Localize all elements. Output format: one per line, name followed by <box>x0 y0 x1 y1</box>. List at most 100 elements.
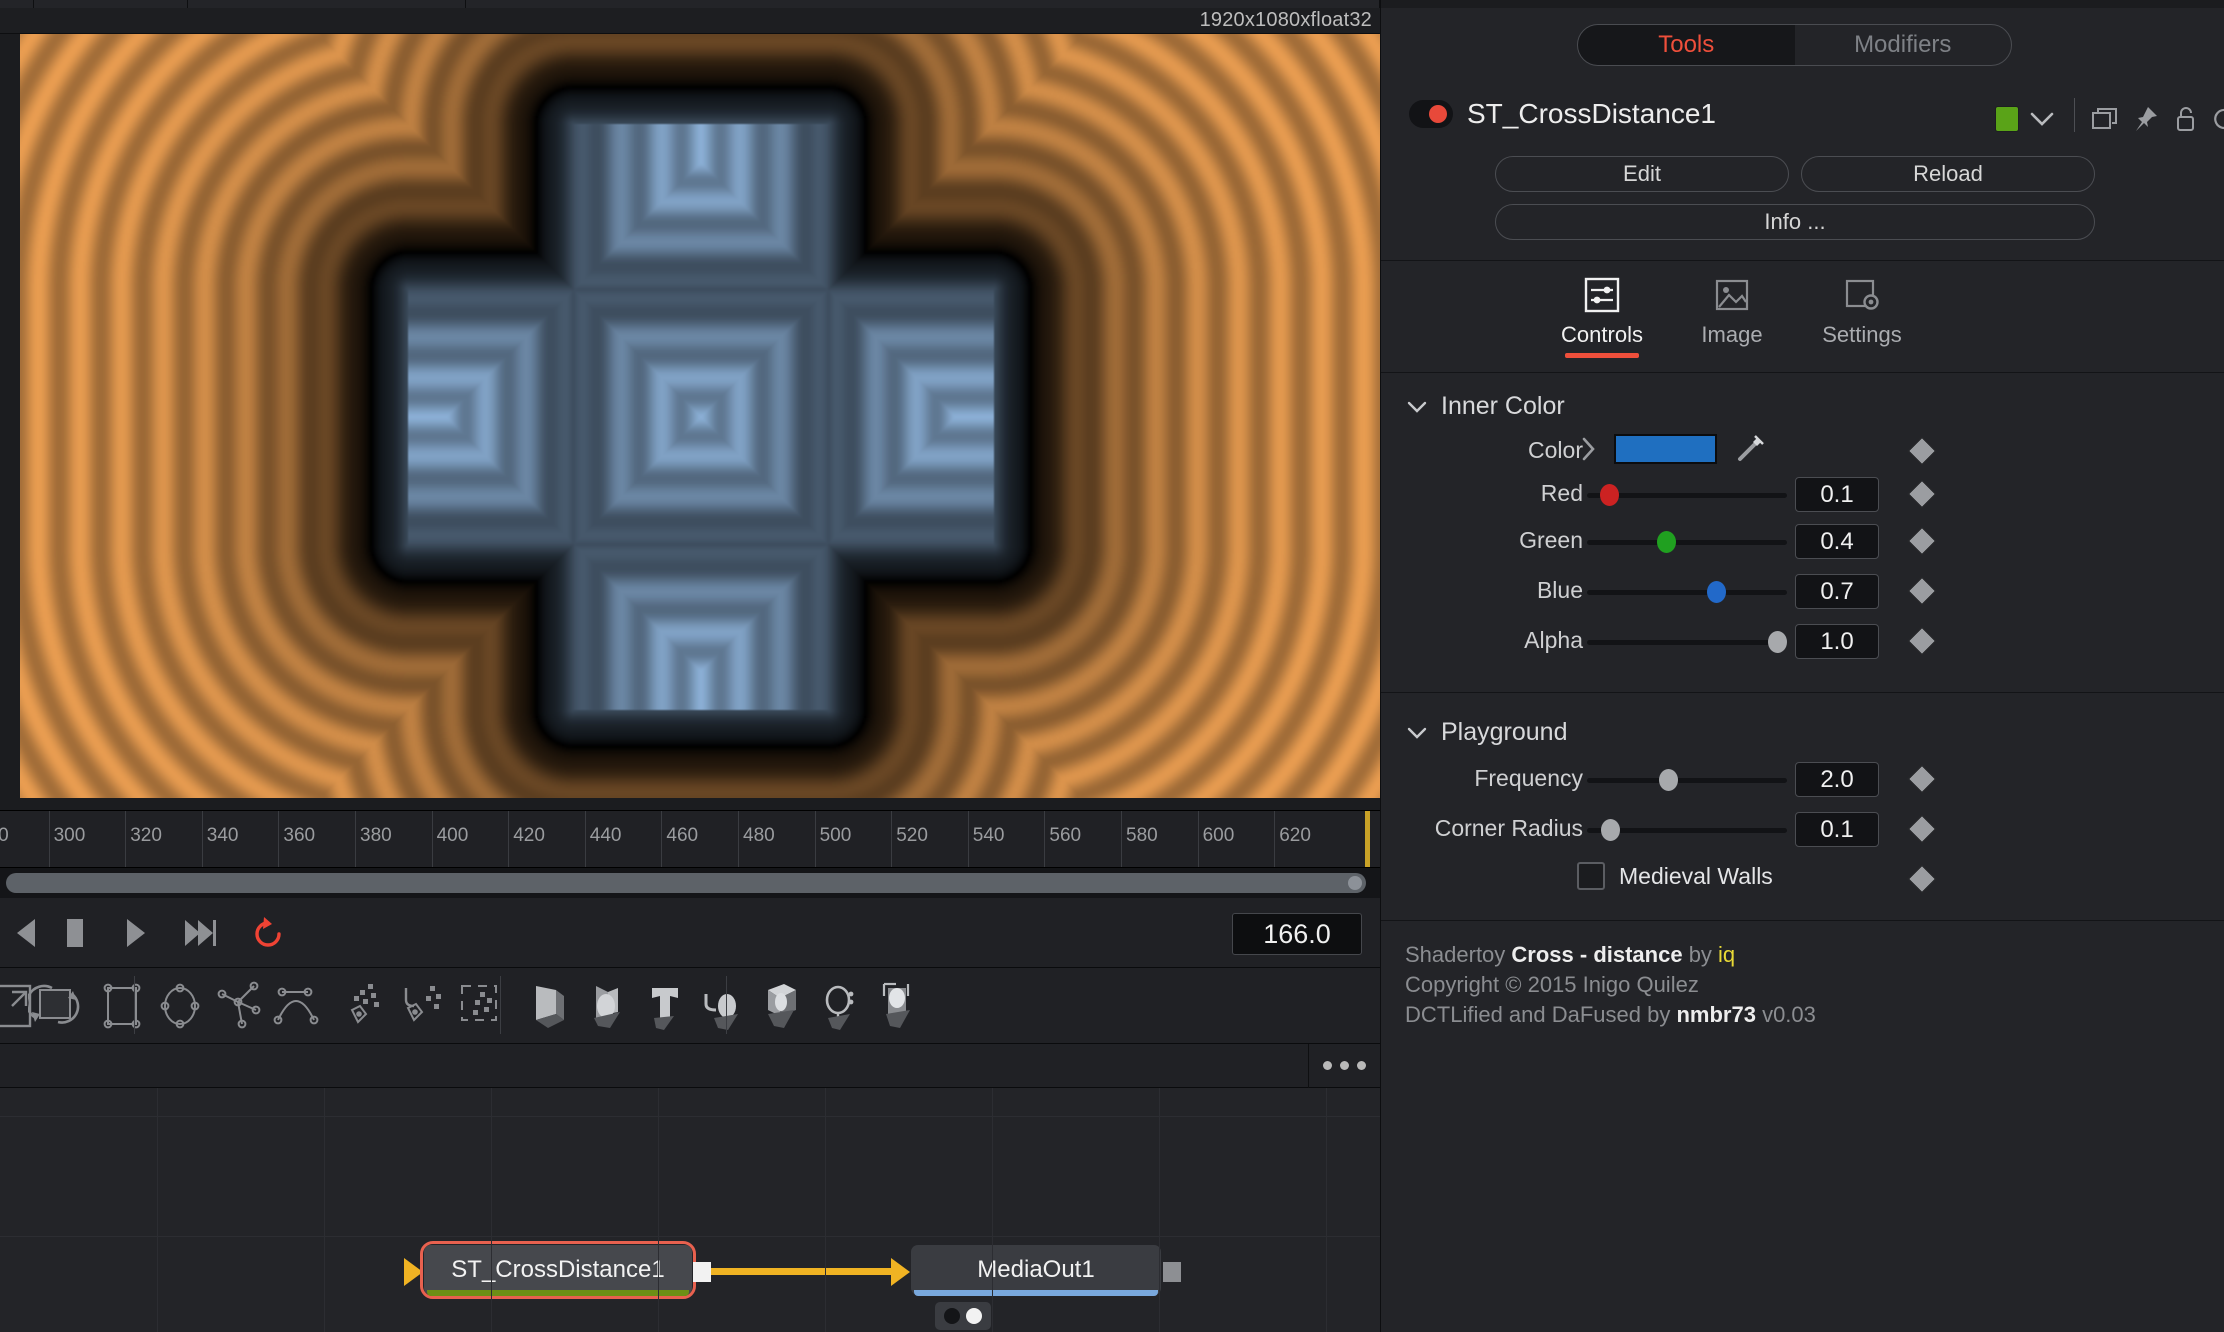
bspline-mask-icon[interactable] <box>270 980 322 1032</box>
3d-render-icon[interactable] <box>870 980 922 1032</box>
timeline-playhead[interactable] <box>1365 811 1370 867</box>
stop-icon[interactable] <box>58 912 92 954</box>
grid-line-vertical <box>825 1088 826 1332</box>
keyframe-diamond-icon[interactable] <box>1907 526 1937 556</box>
3d-transform-icon[interactable] <box>696 980 748 1032</box>
rectangle-mask-icon[interactable] <box>96 980 148 1032</box>
ruler-tick <box>508 811 510 867</box>
current-frame-field[interactable]: 166.0 <box>1232 913 1362 955</box>
chevron-down-icon[interactable] <box>2029 110 2055 133</box>
tab-controls[interactable]: Controls <box>1537 272 1667 358</box>
info-button[interactable]: Info ... <box>1495 204 2095 240</box>
ruler-tick-label: 500 <box>819 825 852 846</box>
chevron-right-icon[interactable] <box>1580 436 1598 467</box>
play-icon[interactable] <box>118 912 152 954</box>
slider-knob[interactable] <box>1659 769 1678 791</box>
slider-knob[interactable] <box>1657 531 1676 553</box>
slider-knob[interactable] <box>1768 631 1787 653</box>
keyframe-diamond-icon[interactable] <box>1907 764 1937 794</box>
credits-author-link[interactable]: iq <box>1718 942 1735 967</box>
loop-icon[interactable] <box>246 912 290 954</box>
slider-knob[interactable] <box>1601 819 1620 841</box>
keyframe-diamond-icon[interactable] <box>1907 864 1937 894</box>
particle-render-icon[interactable] <box>454 980 506 1032</box>
node-output-port[interactable] <box>693 1262 711 1282</box>
red-slider[interactable] <box>1587 484 1787 506</box>
keyframe-diamond-icon[interactable] <box>1907 626 1937 656</box>
view-toggle-left[interactable] <box>944 1308 960 1324</box>
grid-line-horizontal <box>0 1116 1380 1117</box>
3d-merge-icon[interactable] <box>580 980 632 1032</box>
copy-icon[interactable] <box>2091 105 2119 133</box>
color-swatch[interactable] <box>1614 434 1717 464</box>
green-value-field[interactable]: 0.4 <box>1795 524 1879 559</box>
resize-icon[interactable] <box>25 980 80 1032</box>
eyedropper-icon[interactable] <box>1733 432 1767 471</box>
keyframe-diamond-icon[interactable] <box>1907 436 1937 466</box>
credits-version: v0.03 <box>1755 1002 1816 1027</box>
tab-modifiers[interactable]: Modifiers <box>1795 25 2012 65</box>
blue-value-field[interactable]: 0.7 <box>1795 574 1879 609</box>
red-value-field[interactable]: 0.1 <box>1795 477 1879 512</box>
viewer-image[interactable] <box>20 34 1380 798</box>
reset-icon[interactable] <box>2211 105 2224 133</box>
tab-image[interactable]: Image <box>1667 272 1797 348</box>
ruler-tick-label: 600 <box>1202 825 1235 846</box>
slider-knob[interactable] <box>1600 484 1619 506</box>
node-view-toggles[interactable] <box>935 1302 991 1330</box>
ellipse-mask-icon[interactable] <box>154 980 206 1032</box>
view-toggle-right[interactable] <box>966 1308 982 1324</box>
scrollbar-grip[interactable] <box>1348 876 1362 890</box>
corner-radius-slider[interactable] <box>1587 819 1787 841</box>
inspector-tabs[interactable]: Tools Modifiers <box>1577 24 2012 66</box>
particle-emitter-icon[interactable] <box>338 980 390 1032</box>
row-label: Alpha <box>1524 627 1583 653</box>
group-header-inner-color[interactable]: Inner Color <box>1407 392 1565 421</box>
reload-button[interactable]: Reload <box>1801 156 2095 192</box>
3d-replicate-icon[interactable] <box>754 980 806 1032</box>
shader-render-canvas[interactable] <box>20 34 1380 798</box>
node-graph[interactable]: ST_CrossDistance1 MediaOut1 <box>0 1088 1380 1332</box>
tab-tools[interactable]: Tools <box>1578 25 1795 65</box>
corner-radius-value-field[interactable]: 0.1 <box>1795 812 1879 847</box>
fast-forward-icon[interactable] <box>178 912 222 954</box>
timeline-scrollbar[interactable] <box>6 873 1366 893</box>
row-label: Red <box>1540 480 1583 506</box>
node-output-port[interactable] <box>1163 1262 1181 1282</box>
slider-knob[interactable] <box>1707 581 1726 603</box>
node-st-crossdistance1[interactable]: ST_CrossDistance1 <box>420 1241 696 1299</box>
3d-text-icon[interactable] <box>638 980 690 1032</box>
node-connection-wire[interactable] <box>711 1268 891 1275</box>
active-tab-underline <box>1565 353 1639 358</box>
node-color-chip[interactable] <box>1995 106 2019 132</box>
pin-icon[interactable] <box>2131 105 2159 133</box>
alpha-slider[interactable] <box>1587 631 1787 653</box>
edit-button[interactable]: Edit <box>1495 156 1789 192</box>
alpha-value-field[interactable]: 1.0 <box>1795 624 1879 659</box>
tab-settings[interactable]: Settings <box>1797 272 1927 348</box>
frequency-value-field[interactable]: 2.0 <box>1795 762 1879 797</box>
3d-camera-icon[interactable] <box>812 980 864 1032</box>
keyframe-diamond-icon[interactable] <box>1907 576 1937 606</box>
frequency-slider[interactable] <box>1587 769 1787 791</box>
keyframe-diamond-icon[interactable] <box>1907 814 1937 844</box>
node-input-port[interactable] <box>404 1258 423 1286</box>
polygon-mask-icon[interactable] <box>212 980 264 1032</box>
medieval-walls-checkbox[interactable] <box>1577 862 1605 890</box>
ruler-tick-label: 300 <box>53 825 86 846</box>
3d-shape-icon[interactable] <box>522 980 574 1032</box>
previous-frame-icon[interactable] <box>10 912 44 954</box>
node-enable-toggle[interactable] <box>1409 100 1453 128</box>
keyframe-diamond-icon[interactable] <box>1907 479 1937 509</box>
chevron-down-icon[interactable] <box>1407 392 1427 421</box>
chevron-down-icon[interactable] <box>1407 718 1427 747</box>
group-header-playground[interactable]: Playground <box>1407 718 1567 747</box>
lock-icon[interactable] <box>2171 105 2199 133</box>
particle-bounce-icon[interactable] <box>396 980 448 1032</box>
more-options-icon[interactable] <box>1323 1061 1366 1070</box>
node-mediaout1[interactable]: MediaOut1 <box>911 1245 1161 1296</box>
timeline-ruler[interactable]: 280 300 320 340 360 380 400 420 440 460 480 500 520 5… <box>0 810 1380 868</box>
blue-slider[interactable] <box>1587 581 1787 603</box>
options-bar-right-cell[interactable] <box>1308 1044 1380 1088</box>
green-slider[interactable] <box>1587 531 1787 553</box>
